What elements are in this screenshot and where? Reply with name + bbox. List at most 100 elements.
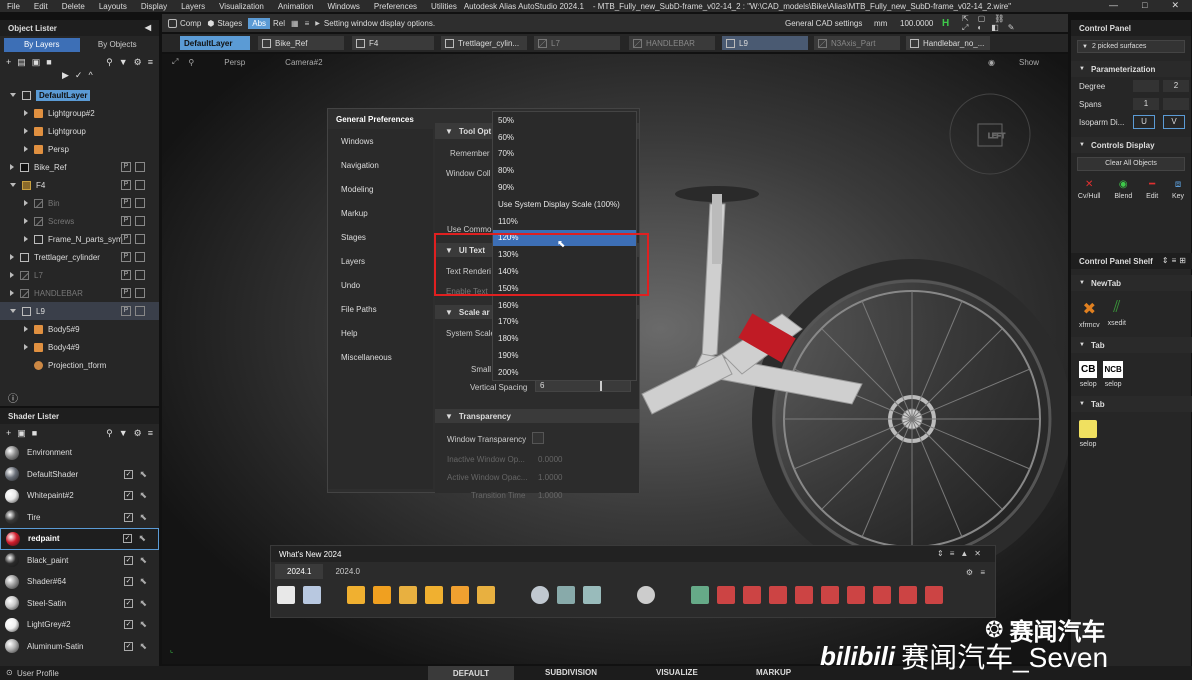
menu-layouts[interactable]: Layouts xyxy=(99,2,127,11)
assign-icon[interactable]: ⬉ xyxy=(138,533,146,544)
scale-option[interactable]: 200% xyxy=(493,364,636,381)
scale-option[interactable]: 50% xyxy=(493,112,636,129)
pick-toggle[interactable]: P xyxy=(121,252,131,262)
shader-row[interactable]: Steel-Satin ✓ ⬉ xyxy=(0,593,159,615)
menu-icon[interactable]: ≡ xyxy=(148,428,153,438)
trash-icon[interactable]: ■ xyxy=(46,57,51,67)
close-button[interactable]: ✕ xyxy=(1171,0,1179,11)
toolbar-icons[interactable]: ⇱▢⛓⤢◐◧✎ xyxy=(962,14,1068,33)
menu-icon[interactable]: ≡ xyxy=(980,568,985,577)
shader-check[interactable]: ✓ xyxy=(124,469,133,479)
menu-edit[interactable]: Edit xyxy=(34,2,48,11)
shelf-section-tab-2[interactable]: ▼ Tab xyxy=(1071,396,1192,412)
shelf-section-newtab[interactable]: ▼ NewTab xyxy=(1071,275,1192,291)
layer-tab[interactable]: HANDLEBAR xyxy=(629,36,715,50)
scale-option[interactable]: 180% xyxy=(493,330,636,347)
xsedit-tool[interactable]: ⫽ xsedit xyxy=(1108,299,1126,329)
layer-tab[interactable]: L7 xyxy=(534,36,620,50)
layer-row[interactable]: F4 P xyxy=(0,176,159,194)
user-profile-button[interactable]: User Profile xyxy=(17,669,59,678)
pick-toggle[interactable]: P xyxy=(121,306,131,316)
list-icon[interactable]: ≡ xyxy=(305,19,310,28)
blend-toggle[interactable]: ◉ Blend xyxy=(1114,179,1132,200)
assign-icon[interactable]: ⬉ xyxy=(139,641,147,652)
cv-hull-toggle[interactable]: ✕ Cv/Hull xyxy=(1078,179,1101,200)
slider-handle[interactable] xyxy=(600,380,602,391)
prefs-menu-item[interactable]: Help xyxy=(328,321,433,345)
shader-check[interactable]: ✓ xyxy=(124,598,133,608)
menu-visualization[interactable]: Visualization xyxy=(219,2,264,11)
shader-row[interactable]: DefaultShader ✓ ⬉ xyxy=(0,464,159,486)
tab-visualize[interactable]: VISUALIZE xyxy=(656,668,698,677)
comp-button[interactable]: Comp xyxy=(168,18,201,28)
add-icon[interactable]: + xyxy=(6,428,11,438)
layer-tab[interactable]: Trettlager_cylin... xyxy=(441,36,527,50)
layer-row[interactable]: Projection_tform xyxy=(0,356,159,374)
assign-icon[interactable]: ⬉ xyxy=(139,619,147,630)
shelf-section-tab-1[interactable]: ▼ Tab xyxy=(1071,337,1192,353)
chevron-right-icon[interactable] xyxy=(10,290,14,296)
gear-icon[interactable]: ⚙ xyxy=(134,428,142,439)
visibility-toggle[interactable] xyxy=(135,234,145,244)
pick-toggle[interactable]: P xyxy=(121,180,131,190)
transition-time-value[interactable]: 1.0000 xyxy=(538,491,562,500)
chevron-right-icon[interactable] xyxy=(24,236,28,242)
gear-icon[interactable]: ⚙ xyxy=(966,568,973,577)
chevron-down-icon[interactable] xyxy=(10,93,16,97)
shader-check[interactable]: ✓ xyxy=(124,577,133,587)
units[interactable]: mm xyxy=(874,19,887,28)
layer-row[interactable]: Bin P xyxy=(0,194,159,212)
cad-settings[interactable]: General CAD settings xyxy=(785,19,862,28)
layer-row[interactable]: Trettlager_cylinder P xyxy=(0,248,159,266)
layer-row[interactable]: L7 P xyxy=(0,266,159,284)
tab-subdivision[interactable]: SUBDIVISION xyxy=(545,668,597,677)
degree-input-1[interactable] xyxy=(1133,80,1159,92)
visibility-toggle[interactable] xyxy=(135,216,145,226)
scale-option[interactable]: 170% xyxy=(493,314,636,331)
copy-icon[interactable]: ▣ xyxy=(32,57,41,68)
sphere-icon[interactable] xyxy=(531,586,549,604)
chevron-right-icon[interactable] xyxy=(24,326,28,332)
chevron-right-icon[interactable] xyxy=(10,164,14,170)
layer-tab[interactable]: DefaultLayer xyxy=(180,36,250,50)
menu-utilities[interactable]: Utilities xyxy=(431,2,457,11)
shelf-tool-16-icon[interactable] xyxy=(847,586,865,604)
shader-check[interactable]: ✓ xyxy=(123,534,132,544)
selop-tool[interactable]: selop xyxy=(1079,420,1097,448)
visibility-toggle[interactable] xyxy=(135,162,145,172)
pick-toggle[interactable]: P xyxy=(121,198,131,208)
scale-option[interactable]: Use System Display Scale (100%) xyxy=(493,196,636,213)
shader-row[interactable]: Aluminum-Satin ✓ ⬉ xyxy=(0,636,159,658)
shelf-tool-1-icon[interactable] xyxy=(347,586,365,604)
assign-icon[interactable]: ⬉ xyxy=(139,576,147,587)
prefs-menu-item[interactable]: Markup xyxy=(328,201,433,225)
selop-ncb-tool[interactable]: NCB selop xyxy=(1103,361,1123,388)
chevron-right-icon[interactable] xyxy=(24,128,28,134)
layer-row[interactable]: Bike_Ref P xyxy=(0,158,159,176)
selop-cb-tool[interactable]: CB selop xyxy=(1079,361,1098,388)
tab-by-layers[interactable]: By Layers xyxy=(4,38,80,52)
tolerance[interactable]: 100.0000 xyxy=(900,19,933,28)
shelf-tool-5-icon[interactable] xyxy=(451,586,469,604)
chevron-down-icon[interactable] xyxy=(10,309,16,313)
prefs-menu-item[interactable]: File Paths xyxy=(328,297,433,321)
shader-row[interactable]: Environment xyxy=(0,442,159,464)
scale-option[interactable]: 60% xyxy=(493,129,636,146)
info-icon[interactable]: ⓘ xyxy=(8,390,18,405)
prefs-menu-item[interactable]: Modeling xyxy=(328,177,433,201)
filter-icon[interactable]: ▼ xyxy=(119,57,128,67)
scale-option[interactable]: 80% xyxy=(493,162,636,179)
layer-row[interactable]: HANDLEBAR P xyxy=(0,284,159,302)
menu-animation[interactable]: Animation xyxy=(278,2,314,11)
shader-check[interactable]: ✓ xyxy=(124,512,133,522)
shelf-tool-8-icon[interactable] xyxy=(583,586,601,604)
tab-default[interactable]: DEFAULT xyxy=(428,666,514,680)
assign-icon[interactable]: ⬉ xyxy=(139,512,147,523)
assign-icon[interactable]: ⬉ xyxy=(139,469,147,480)
h-icon[interactable]: H xyxy=(942,18,949,29)
shelf-controls[interactable]: ⇕≡⊞ xyxy=(1162,256,1189,265)
shelf-tool-18-icon[interactable] xyxy=(899,586,917,604)
visibility-toggle[interactable] xyxy=(135,306,145,316)
key-toggle[interactable]: ⧈ Key xyxy=(1172,179,1184,200)
shelf-tool-7-icon[interactable] xyxy=(557,586,575,604)
